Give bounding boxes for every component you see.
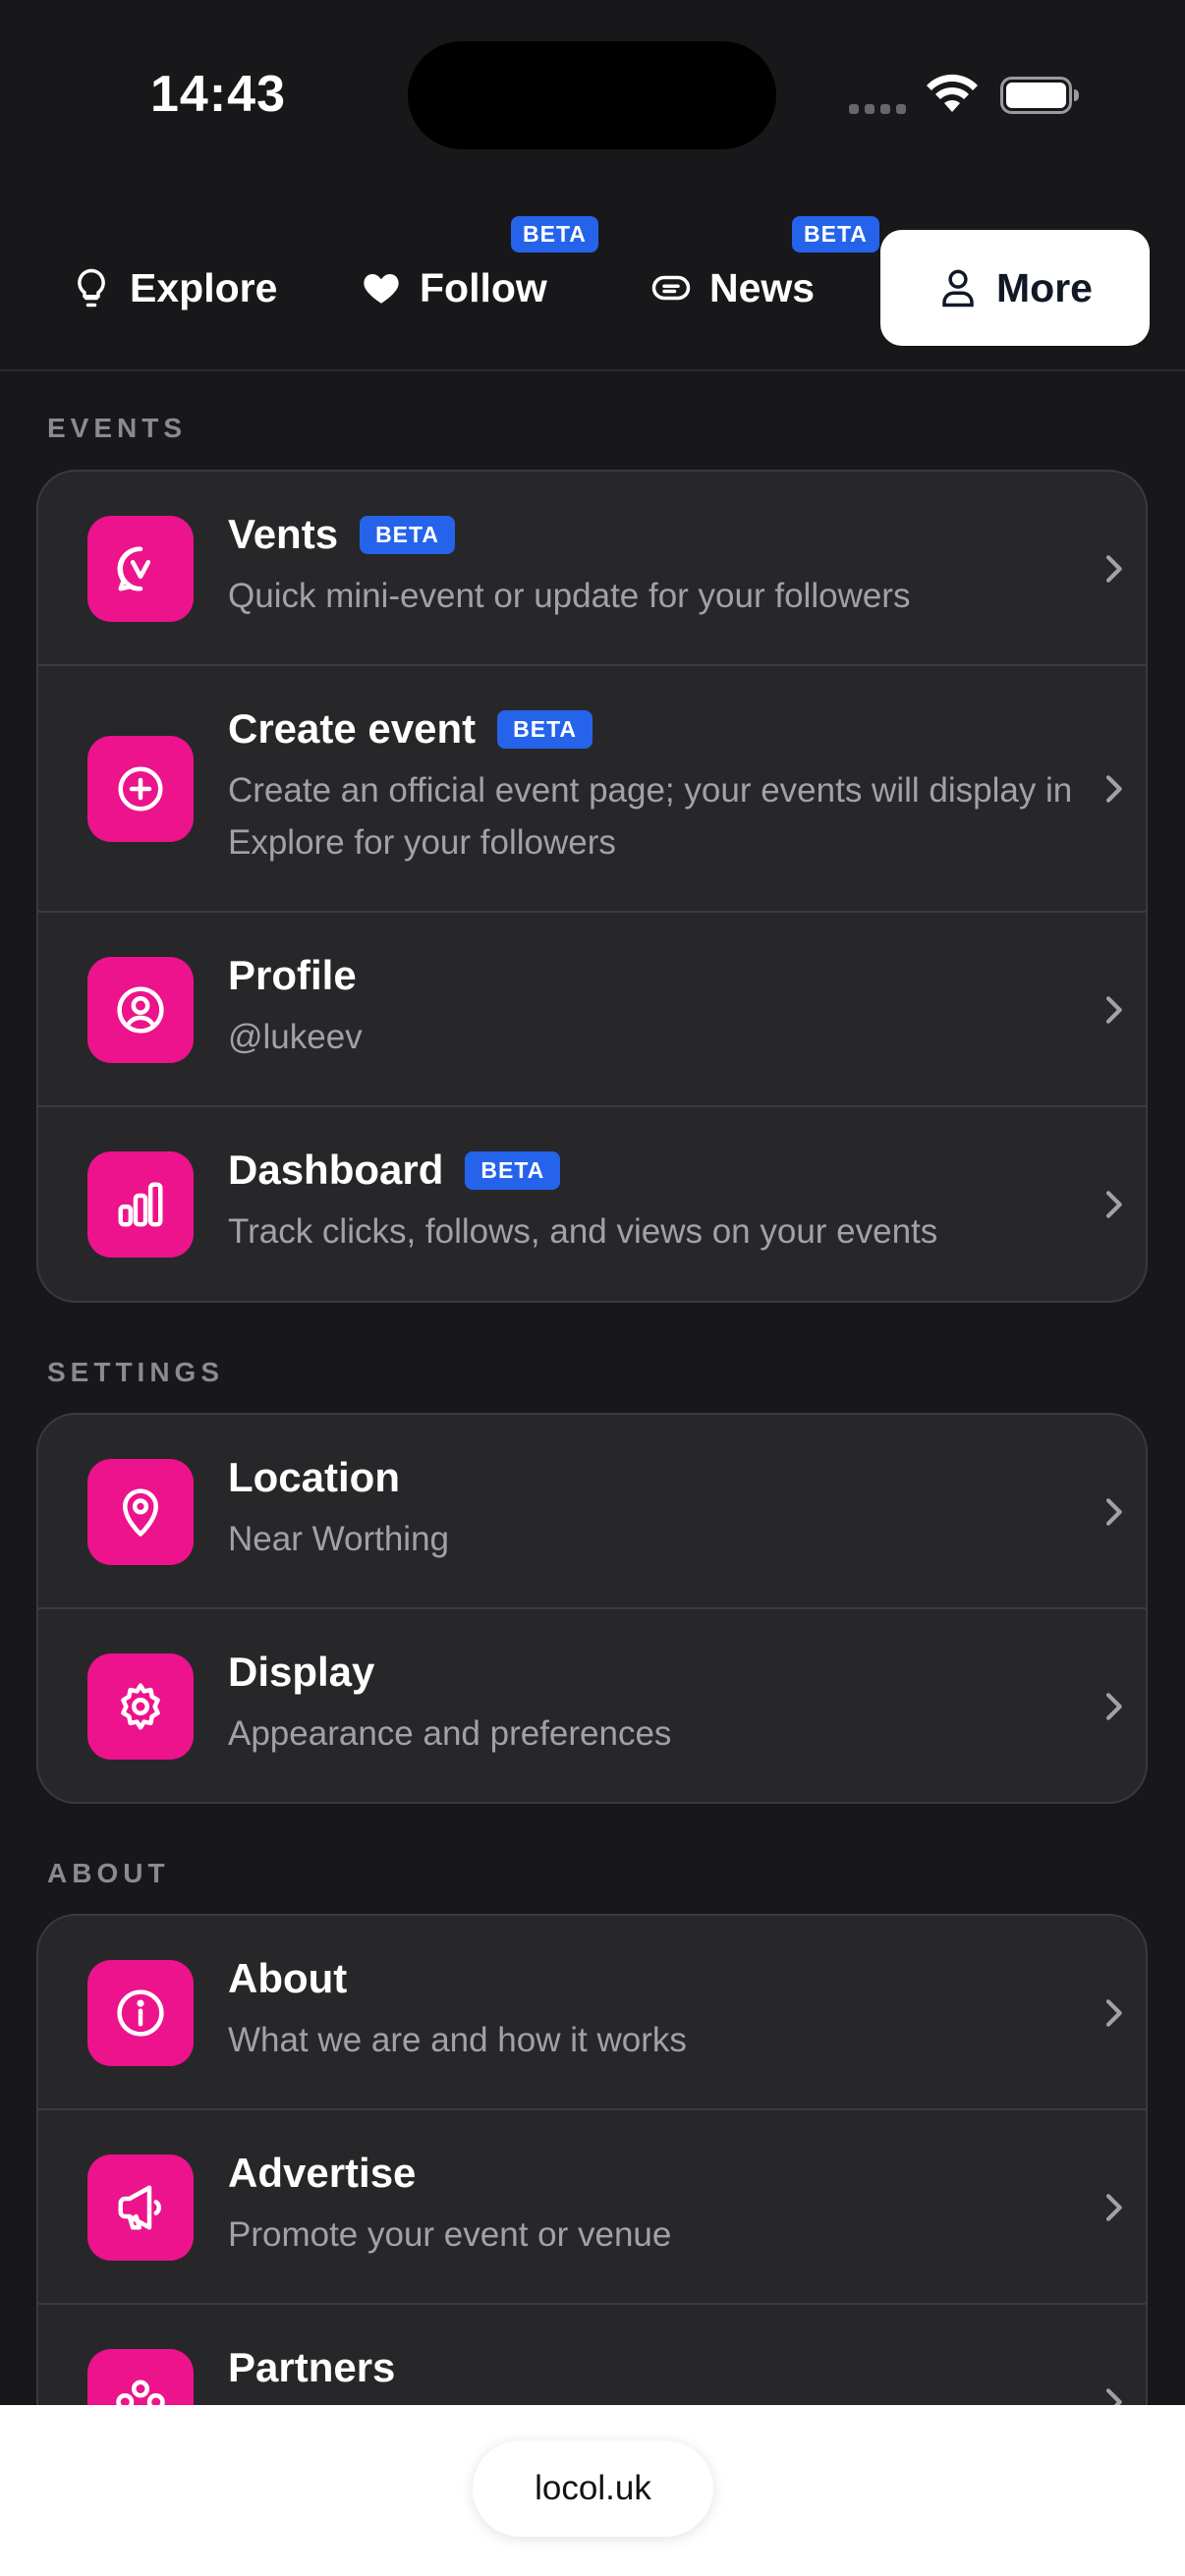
display-subtitle: Appearance and preferences — [228, 1714, 672, 1753]
about-title: About — [228, 1955, 348, 2001]
create-event-subtitle: Create an official event page; your even… — [228, 771, 1073, 862]
display-title: Display — [228, 1649, 375, 1695]
news-beta-badge: BETA — [792, 216, 879, 252]
about-subtitle: What we are and how it works — [228, 2021, 687, 2059]
chevron-right-icon — [1105, 2194, 1122, 2221]
user-icon — [942, 269, 974, 308]
chevron-right-icon — [1105, 1693, 1122, 1720]
vents-title: Vents — [228, 511, 339, 557]
menu-item-display[interactable]: Display Appearance and preferences — [38, 1609, 1146, 1802]
chevron-right-icon — [1105, 1498, 1122, 1526]
menu-item-dashboard[interactable]: Dashboard BETA Track clicks, follows, an… — [38, 1107, 1146, 1301]
create-event-beta-badge: BETA — [497, 709, 593, 749]
settings-card: Location Near Worthing Display Appearanc… — [36, 1413, 1148, 1804]
follow-beta-badge: BETA — [511, 216, 598, 252]
vents-icon — [87, 516, 194, 622]
events-card: Vents BETA Quick mini-event or update fo… — [36, 470, 1148, 1303]
dashboard-subtitle: Track clicks, follows, and views on your… — [228, 1212, 938, 1251]
news-icon — [651, 275, 691, 301]
bar-chart-icon — [87, 1151, 194, 1258]
menu-item-location[interactable]: Location Near Worthing — [38, 1415, 1146, 1609]
lightbulb-icon — [78, 268, 105, 308]
chevron-right-icon — [1105, 775, 1122, 803]
app-root: 14:43 Explore Follow BETA News BETA More… — [0, 0, 1185, 2576]
profile-handle: @lukeev — [228, 1018, 363, 1056]
advertise-subtitle: Promote your event or venue — [228, 2215, 672, 2254]
location-title: Location — [228, 1454, 400, 1500]
tab-explore-label: Explore — [130, 264, 278, 310]
vents-beta-badge: BETA — [360, 515, 455, 554]
events-section-label: EVENTS — [47, 413, 188, 443]
wifi-icon — [927, 74, 978, 112]
status-bar: 14:43 — [0, 0, 1185, 187]
tab-follow-label: Follow — [420, 264, 547, 310]
gear-icon — [87, 1653, 194, 1760]
partners-title: Partners — [228, 2344, 396, 2390]
battery-icon — [1000, 77, 1079, 114]
profile-icon — [87, 957, 194, 1063]
plus-circle-icon — [87, 736, 194, 842]
profile-title: Profile — [228, 952, 357, 998]
megaphone-icon — [87, 2155, 194, 2261]
dashboard-beta-badge: BETA — [465, 1150, 561, 1190]
menu-item-profile[interactable]: Profile @lukeev — [38, 913, 1146, 1107]
create-event-title: Create event — [228, 705, 477, 752]
vents-subtitle: Quick mini-event or update for your foll… — [228, 577, 911, 615]
info-icon — [87, 1960, 194, 2066]
menu-item-advertise[interactable]: Advertise Promote your event or venue — [38, 2110, 1146, 2305]
location-subtitle: Near Worthing — [228, 1520, 450, 1558]
dynamic-island — [408, 41, 776, 149]
menu-item-create-event[interactable]: Create event BETA Create an official eve… — [38, 666, 1146, 913]
about-section-label: ABOUT — [47, 1858, 170, 1888]
menu-item-about[interactable]: About What we are and how it works — [38, 1916, 1146, 2110]
signal-icon — [849, 104, 906, 114]
map-pin-icon — [87, 1459, 194, 1565]
tabs-divider — [0, 369, 1185, 371]
menu-item-vents[interactable]: Vents BETA Quick mini-event or update fo… — [38, 472, 1146, 666]
tab-explore[interactable]: Explore — [71, 230, 277, 346]
tab-more[interactable]: More — [880, 230, 1150, 346]
advertise-title: Advertise — [228, 2150, 417, 2196]
chevron-right-icon — [1105, 555, 1122, 583]
browser-bottom-bar: locol.uk — [0, 2405, 1185, 2576]
dashboard-title: Dashboard — [228, 1147, 444, 1193]
tab-news[interactable]: News — [650, 230, 815, 346]
chevron-right-icon — [1105, 996, 1122, 1024]
top-tab-bar: Explore Follow BETA News BETA More — [0, 216, 1185, 371]
settings-section-label: SETTINGS — [47, 1357, 225, 1387]
heart-icon — [364, 274, 399, 304]
url-bar[interactable]: locol.uk — [473, 2440, 713, 2537]
status-time: 14:43 — [150, 66, 286, 123]
tab-more-label: More — [996, 264, 1093, 310]
chevron-right-icon — [1105, 1999, 1122, 2027]
chevron-right-icon — [1105, 1191, 1122, 1218]
tab-news-label: News — [709, 264, 816, 310]
